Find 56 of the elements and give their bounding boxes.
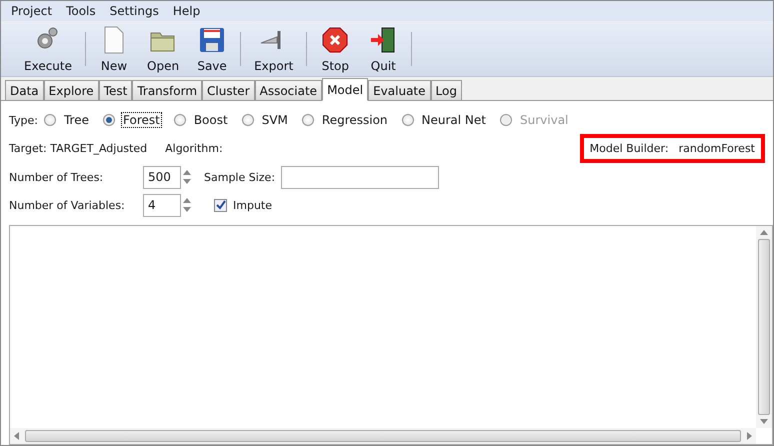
radio-button[interactable] [44, 114, 56, 126]
model-builder-value: randomForest [678, 142, 755, 154]
menu-item[interactable]: Settings [110, 4, 159, 18]
radio-button[interactable] [242, 114, 254, 126]
toolbar-button[interactable]: Save [188, 24, 236, 72]
sample-size-field[interactable] [281, 166, 440, 188]
radio-label[interactable]: Regression [320, 112, 390, 128]
toolbar-button[interactable]: Export [245, 24, 302, 72]
radio-label[interactable]: Boost [192, 112, 230, 128]
toolbar-button[interactable]: New [90, 24, 138, 72]
target-label: Target: TARGET_Adjusted [9, 142, 148, 154]
radio-label[interactable]: SVM [260, 112, 290, 128]
spin-down-icon[interactable] [183, 205, 192, 214]
scroll-up-icon[interactable] [760, 228, 768, 237]
radio-button[interactable] [174, 114, 186, 126]
tab[interactable]: Cluster [202, 80, 255, 100]
radio-button[interactable] [302, 114, 314, 126]
algorithm-label: Algorithm: [165, 142, 223, 154]
radio-label[interactable]: Tree [62, 112, 91, 128]
toolbar-button[interactable]: Open [138, 24, 188, 72]
menu-item[interactable]: Tools [66, 4, 96, 18]
variables-label: Number of Variables: [9, 198, 126, 212]
variables-field[interactable]: 4 [143, 194, 181, 216]
tab[interactable]: Associate [254, 80, 322, 100]
toolbar-button[interactable]: Execute [15, 24, 81, 72]
toolbar-button[interactable]: Stop [311, 24, 360, 72]
model-builder-label: Model Builder: [590, 142, 669, 154]
sample-size-label: Sample Size: [204, 170, 276, 184]
radio-label[interactable]: Neural Net [420, 112, 488, 128]
menu-item[interactable]: Project [11, 4, 52, 18]
tab[interactable]: Data [5, 80, 44, 100]
toolbar-button[interactable]: Quit [359, 24, 408, 72]
tab[interactable]: Transform [132, 80, 202, 100]
trees-field[interactable]: 500 [143, 166, 181, 188]
scroll-right-icon[interactable] [745, 432, 754, 440]
scroll-left-icon[interactable] [12, 432, 21, 440]
type-label: Type: [9, 114, 38, 126]
radio-label[interactable]: Forest [121, 112, 162, 128]
scroll-down-icon[interactable] [760, 417, 768, 426]
tab[interactable]: Log [430, 80, 462, 100]
stop-icon [320, 24, 350, 54]
checkbox[interactable] [214, 198, 227, 212]
menu-item[interactable]: Help [172, 4, 200, 18]
radio-button[interactable] [103, 114, 115, 126]
spin-down-icon[interactable] [183, 177, 192, 186]
tab[interactable]: Model [322, 78, 368, 101]
tab[interactable]: Test [98, 80, 132, 100]
tab[interactable]: Explore [44, 80, 99, 100]
spin-up-icon[interactable] [183, 168, 192, 177]
vertical-scrollbar[interactable] [756, 226, 772, 428]
spin-up-icon[interactable] [183, 196, 192, 205]
radio-button[interactable] [402, 114, 414, 126]
tab[interactable]: Evaluate [368, 80, 431, 100]
trees-label: Number of Trees: [9, 170, 104, 184]
horizontal-scrollbar[interactable] [10, 428, 756, 444]
impute-label[interactable]: Impute [233, 198, 272, 212]
